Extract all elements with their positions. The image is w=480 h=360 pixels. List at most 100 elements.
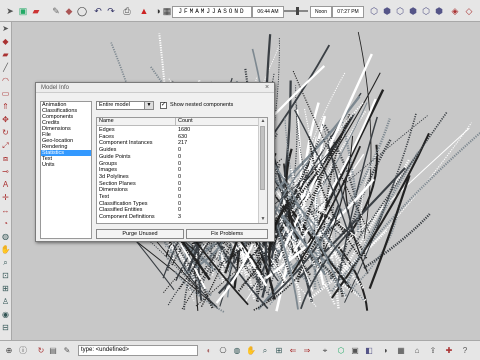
styles-icon[interactable]: ◧ [364,346,374,356]
sunset-time: 07:27 PM [332,6,364,18]
hide-icon[interactable]: ◐ [204,346,214,356]
xray-icon[interactable]: ◈ [449,5,461,17]
table-scrollbar[interactable]: ▲ ▼ [258,118,267,223]
undo-icon[interactable]: ↶ [92,5,104,17]
table-row: Guide Points 0 [97,154,260,160]
type-field[interactable]: type: <undefined> [78,345,198,356]
orbit-icon[interactable]: ◍ [0,230,11,243]
materials-icon[interactable]: ▣ [350,346,360,356]
fix-problems-button[interactable]: Fix Problems [186,229,268,239]
move-tool-icon[interactable]: ✥ [0,113,11,126]
shape-icon[interactable]: ◆ [63,5,75,17]
table-row: Text 0 [97,194,260,200]
top-view-icon[interactable]: ⬢ [381,5,393,17]
category-item[interactable]: Units [41,162,91,168]
front-view-icon[interactable]: ⬡ [394,5,406,17]
iso-view-icon[interactable]: ⬡ [368,5,380,17]
stat-name: Classification Types [99,200,148,207]
section-plane-icon[interactable]: ⊟ [0,321,11,334]
credits-icon[interactable]: ⓘ [18,346,28,356]
pencil-icon[interactable]: ✎ [50,5,62,17]
sketch-icon[interactable]: ✎ [62,346,72,356]
share-icon[interactable]: ⇪ [428,346,438,356]
header-name[interactable]: Name [99,118,114,125]
left-view-icon[interactable]: ⬢ [433,5,445,17]
eraser-tool-icon[interactable]: ▰ [0,48,11,61]
eraser-icon[interactable]: ▰ [30,5,42,17]
back-view-icon[interactable]: ⬡ [420,5,432,17]
camera-icon[interactable]: ⎔ [218,346,228,356]
stat-name: Edges [99,127,115,133]
wireframe-icon[interactable]: ◇ [463,5,475,17]
print-icon[interactable]: ⎙ [121,5,133,17]
redo-icon[interactable]: ↷ [105,5,117,17]
stat-count: 0 [178,207,182,214]
stat-name: Component Definitions [99,214,155,221]
rectangle-tool-icon[interactable]: ▭ [0,87,11,100]
previous-view-icon[interactable]: ⇐ [288,346,298,356]
stat-name: Guide Points [99,153,131,160]
show-nested-checkbox[interactable]: ✓ [160,102,167,109]
header-count[interactable]: Count [178,118,193,125]
table-row: 3d Polylines 0 [97,174,260,180]
scroll-down-icon[interactable]: ▼ [259,216,267,223]
line-tool-icon[interactable]: ╱ [0,61,11,74]
left-toolbar: ➤ ◆ ▰ ╱ ◠ ▭ ⇑ ✥ ↻ ⤢ ⧈ ⊸ A ✛ ↔ ◔ ◍ ✋ ⌕ ⊡ … [0,22,12,340]
stat-name: Faces [99,133,114,140]
zoom-icon[interactable]: ⌕ [0,256,11,269]
extension-icon[interactable]: ✚ [444,346,454,356]
walk-icon[interactable]: ♙ [0,295,11,308]
geo-icon[interactable]: ⊕ [4,346,14,356]
select-arrow-icon[interactable]: ➤ [4,5,16,17]
push-pull-icon[interactable]: ⇑ [0,100,11,113]
pan-icon[interactable]: ✋ [0,243,11,256]
stat-name: Guides [99,147,117,154]
paint-bucket-icon[interactable]: ▣ [17,5,29,17]
table-header: Name Count [97,118,260,126]
warehouse-icon[interactable]: ⌂ [412,346,422,356]
model-info-icon[interactable]: ▲ [138,5,150,17]
scroll-up-icon[interactable]: ▲ [259,118,267,125]
scroll-thumb[interactable] [260,126,265,190]
stat-count: 0 [178,167,182,174]
purge-unused-button[interactable]: Purge Unused [96,229,184,239]
zoom-extents-status-icon[interactable]: ⊞ [274,346,284,356]
statistics-table: Name Count Edges 1680 Faces 630 Component In… [96,117,268,224]
text-tool-icon[interactable]: A [0,178,11,191]
zoom-extents-icon[interactable]: ⊞ [0,282,11,295]
scale-tool-icon[interactable]: ⤢ [0,139,11,152]
month-selector[interactable]: JFMAMJJASOND [172,6,252,18]
tape-measure-icon[interactable]: ⊸ [0,165,11,178]
table-row: Dimensions 0 [97,187,260,193]
look-around-icon[interactable]: ◉ [0,308,11,321]
zoom-window-icon[interactable]: ⊡ [0,269,11,282]
axes-tool-icon[interactable]: ✛ [0,191,11,204]
shadow-status-icon[interactable]: ◑ [380,346,390,356]
next-view-icon[interactable]: ⇒ [302,346,312,356]
close-icon[interactable]: × [263,83,271,92]
scope-select[interactable]: Entire model ▼ [96,101,154,110]
zoom-status-icon[interactable]: ⌕ [260,346,270,356]
time-slider[interactable] [284,7,308,15]
stat-count: 0 [178,180,182,187]
protractor-icon[interactable]: ◔ [0,217,11,230]
position-camera-icon[interactable]: ⌖ [320,346,330,356]
stat-count: 630 [178,133,188,140]
offset-tool-icon[interactable]: ⧈ [0,152,11,165]
make-component-icon[interactable]: ◆ [0,35,11,48]
orbit-status-icon[interactable]: ◍ [232,346,242,356]
help-icon[interactable]: ? [460,346,470,356]
components-icon[interactable]: ⬡ [336,346,346,356]
arc-tool-icon[interactable]: ◠ [0,74,11,87]
redo-status-icon[interactable]: ↻ [36,346,46,356]
right-view-icon[interactable]: ⬢ [407,5,419,17]
rotate-tool-icon[interactable]: ↻ [0,126,11,139]
fog-status-icon[interactable]: ▦ [396,346,406,356]
circle-icon[interactable]: ◯ [76,5,88,17]
status-bar: ⊕ ⓘ ↻ ▤ ✎ type: <undefined> ◐ ⎔ ◍ ✋ ⌕ ⊞ … [0,340,480,360]
layer-icon[interactable]: ▤ [48,346,58,356]
dimension-tool-icon[interactable]: ↔ [0,204,11,217]
pan-status-icon[interactable]: ✋ [246,346,256,356]
stat-name: Classified Entities [99,207,143,214]
select-icon[interactable]: ➤ [0,22,11,35]
